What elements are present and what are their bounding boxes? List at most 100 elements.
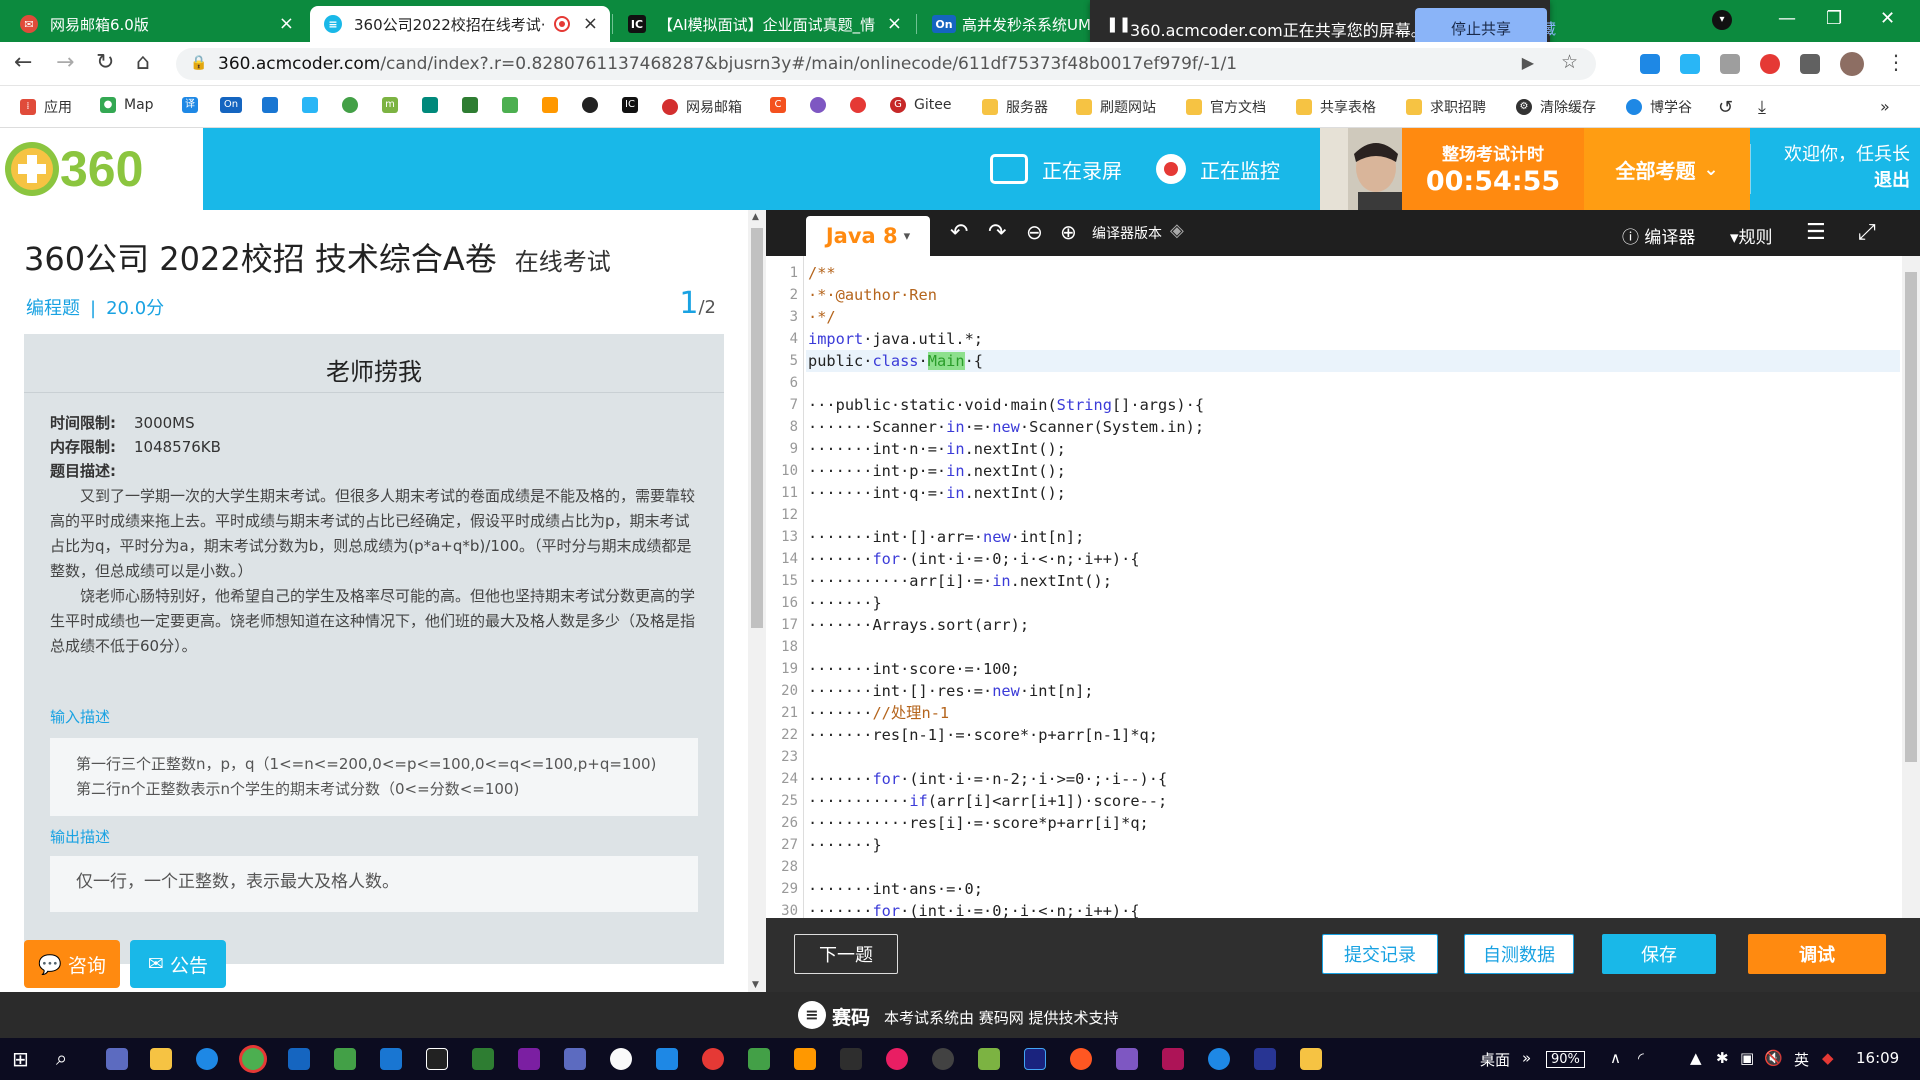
logout-link[interactable]: 退出 [1760, 168, 1910, 194]
code-line[interactable]: ·······for·(int·i·=·0;·i·<·n;·i++)·{ [808, 548, 1140, 570]
taskbar-app-icon[interactable] [380, 1048, 402, 1070]
browser-tab-mail[interactable]: ✉ 网易邮箱6.0版 × [6, 6, 306, 42]
battery-indicator[interactable]: 90% [1546, 1051, 1585, 1068]
debug-button[interactable]: 调试 [1748, 934, 1886, 974]
taskbar-app-icon[interactable] [288, 1048, 310, 1070]
reload-icon[interactable]: ↻ [96, 50, 114, 75]
bookmark-github[interactable] [582, 97, 606, 113]
close-tab-icon[interactable]: × [279, 13, 294, 34]
browser-tab-interview[interactable]: IC 【AI模拟面试】企业面试真题_情 × [614, 6, 914, 42]
menu-kebab-icon[interactable]: ⋮ [1886, 50, 1906, 74]
code-line[interactable]: ···········arr[i]·=·in.nextInt(); [808, 570, 1112, 592]
code-line[interactable]: ·······res[n-1]·=·score*·p+arr[n-1]*q; [808, 724, 1158, 746]
list-menu-icon[interactable]: ☰ [1806, 220, 1826, 245]
bookmark-site[interactable] [810, 97, 834, 113]
redo-icon[interactable]: ↷ [988, 220, 1006, 245]
code-line[interactable]: ·······Arrays.sort(arr); [808, 614, 1029, 636]
wechat-icon[interactable] [334, 1048, 356, 1070]
taskbar-app-icon[interactable] [1116, 1048, 1138, 1070]
tray-app-icon[interactable]: ◆ [1822, 1049, 1834, 1067]
bookmark-onenote[interactable]: On [220, 97, 250, 113]
notice-button[interactable]: ✉ 公告 [130, 940, 226, 988]
code-line[interactable]: /** [808, 262, 836, 284]
tray-app-icon[interactable]: ▲ [1690, 1049, 1702, 1067]
undo-icon[interactable]: ↶ [950, 220, 968, 245]
code-line[interactable]: ·······} [808, 592, 882, 614]
code-line[interactable]: ·······} [808, 834, 882, 856]
forward-icon[interactable]: → [56, 50, 74, 75]
all-topics-dropdown[interactable]: 全部考题 ⌄ [1584, 128, 1750, 210]
bookmark-csdn[interactable]: C [770, 97, 794, 113]
code-line[interactable]: ·······Scanner·in·=·new·Scanner(System.i… [808, 416, 1204, 438]
zoom-out-icon[interactable]: ⊖ [1026, 220, 1043, 244]
windows-start-icon[interactable]: ⊞ [12, 1047, 29, 1071]
code-line[interactable]: ·······int·score·=·100; [808, 658, 1020, 680]
url-text[interactable]: 360.acmcoder.com/cand/index?.r=0.8280761… [218, 54, 1237, 74]
editor-scrollbar[interactable] [1902, 256, 1920, 918]
fullscreen-icon[interactable]: ⤢ [1858, 220, 1876, 245]
code-line[interactable]: ···········res[i]·=·score*p+arr[i]*q; [808, 812, 1149, 834]
intellij-icon[interactable] [426, 1048, 448, 1070]
taskbar-app-icon[interactable] [840, 1048, 862, 1070]
code-line[interactable]: ···········if(arr[i]<arr[i+1])·score--; [808, 790, 1167, 812]
download-icon[interactable]: ⤓ [1758, 97, 1766, 118]
tab-search-icon[interactable]: ▾ [1712, 10, 1732, 30]
clock[interactable]: 16:09 [1856, 1049, 1899, 1067]
postman-icon[interactable] [1070, 1048, 1092, 1070]
code-line[interactable]: ·······for·(int·i·=·n-2;·i·>=0·;·i--)·{ [808, 768, 1167, 790]
code-line[interactable]: public·class·Main·{ [808, 350, 983, 372]
pycharm-icon[interactable] [472, 1048, 494, 1070]
bluetooth-icon[interactable]: ✱ [1716, 1049, 1729, 1067]
bookmark-site[interactable] [502, 97, 526, 113]
code-line[interactable]: ·······int·ans·=·0; [808, 878, 983, 900]
taskbar-app-icon[interactable] [564, 1048, 586, 1070]
extension-icon[interactable] [1680, 54, 1700, 74]
tray-expand-icon[interactable]: ∧ [1610, 1049, 1621, 1067]
home-icon[interactable]: ⌂ [136, 50, 150, 75]
consult-button[interactable]: 💬 咨询 [24, 940, 120, 988]
url-bar[interactable]: 🔒 360.acmcoder.com/cand/index?.r=0.82807… [176, 48, 1596, 80]
extension-icon[interactable] [1640, 54, 1660, 74]
bookmark-site[interactable] [422, 97, 446, 113]
close-window-icon[interactable]: ✕ [1880, 8, 1895, 29]
taskbar-app-icon[interactable] [932, 1048, 954, 1070]
edge-icon[interactable] [196, 1048, 218, 1070]
bookmark-folder-server[interactable]: 服务器 [982, 97, 1048, 117]
taskbar-app-icon[interactable] [748, 1048, 770, 1070]
code-line[interactable]: ·······//处理n-1 [808, 702, 949, 724]
browser-tab-uml[interactable]: On 高并发秒杀系统UML分 [918, 6, 1098, 42]
desktop-toolbar-label[interactable]: 桌面 [1480, 1049, 1510, 1070]
taskbar-app-icon[interactable] [794, 1048, 816, 1070]
datagrip-icon[interactable] [518, 1048, 540, 1070]
maximize-icon[interactable]: ❐ [1826, 8, 1842, 29]
code-line[interactable]: ·······int·[]·res·=·new·int[n]; [808, 680, 1094, 702]
bookmark-netease-mail[interactable]: 网易邮箱 [662, 97, 742, 117]
code-line[interactable]: import·java.util.*; [808, 328, 983, 350]
bookmark-star-icon[interactable]: ☆ [1561, 51, 1578, 73]
rules-button[interactable]: ▾规则 [1730, 223, 1773, 248]
taskbar-app-icon[interactable] [1208, 1048, 1230, 1070]
bookmark-site[interactable] [262, 97, 286, 113]
history-icon[interactable]: ↺ [1718, 97, 1733, 118]
wifi-icon[interactable]: ◜ [1638, 1049, 1644, 1067]
photoshop-icon[interactable] [1024, 1048, 1046, 1070]
bookmark-bilibili[interactable] [302, 97, 326, 113]
tray-app-icon[interactable]: ▣ [1740, 1049, 1754, 1067]
code-line[interactable]: ·*/ [808, 306, 836, 328]
taskbar-app-icon[interactable] [886, 1048, 908, 1070]
code-line[interactable]: ·······int·[]·arr=·new·int[n]; [808, 526, 1084, 548]
taskbar-app-icon[interactable] [1254, 1048, 1276, 1070]
hide-share-bar-button[interactable]: 隐藏 [1526, 18, 1556, 39]
more-bookmarks-icon[interactable]: » [1880, 97, 1890, 116]
taskbar-app-icon[interactable] [1300, 1048, 1322, 1070]
save-button[interactable]: 保存 [1602, 934, 1716, 974]
submission-history-button[interactable]: 提交记录 [1322, 934, 1438, 974]
close-tab-icon[interactable]: × [583, 13, 598, 34]
bookmark-map[interactable]: ● Map [100, 97, 154, 113]
taskbar-app-icon[interactable] [610, 1048, 632, 1070]
next-question-button[interactable]: 下一题 [794, 934, 898, 974]
vscode-icon[interactable] [656, 1048, 678, 1070]
taskbar-app-icon[interactable] [702, 1048, 724, 1070]
bookmark-boxuegu[interactable]: 博学谷 [1626, 97, 1692, 117]
minimize-icon[interactable]: — [1778, 8, 1796, 29]
